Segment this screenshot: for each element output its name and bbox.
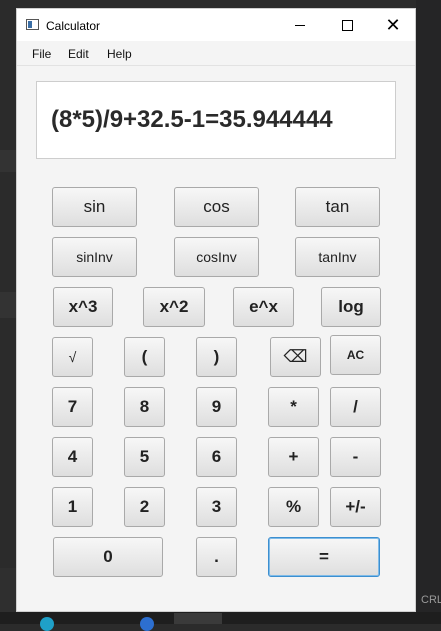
decimal-point-button[interactable]: . xyxy=(196,537,237,577)
digit-2-button[interactable]: 2 xyxy=(124,487,165,527)
square-button[interactable]: x^2 xyxy=(143,287,205,327)
minimize-icon xyxy=(295,24,305,26)
maximize-icon xyxy=(341,19,353,31)
negate-button[interactable]: +/- xyxy=(330,487,381,527)
desktop-right-panel xyxy=(416,0,441,624)
taskbar-app-icon[interactable] xyxy=(140,617,154,631)
app-icon xyxy=(26,19,39,30)
percent-button[interactable]: % xyxy=(268,487,319,527)
sin-button[interactable]: sin xyxy=(52,187,137,227)
equals-button[interactable]: = xyxy=(268,537,380,577)
sin-inverse-button[interactable]: sinInv xyxy=(52,237,137,277)
calculator-window: Calculator ✕ File Edit Help (8*5)/9+32.5… xyxy=(16,8,416,612)
taskbar-active-tab[interactable] xyxy=(174,613,222,624)
result-display: (8*5)/9+32.5-1=35.944444 xyxy=(36,81,396,159)
tan-button[interactable]: tan xyxy=(295,187,380,227)
right-paren-button[interactable]: ) xyxy=(196,337,237,377)
maximize-button[interactable] xyxy=(324,9,370,41)
menu-help[interactable]: Help xyxy=(107,47,132,61)
backspace-icon: ⌫ xyxy=(283,347,308,366)
divide-button[interactable]: / xyxy=(330,387,381,427)
sqrt-button[interactable]: √ xyxy=(52,337,93,377)
taskbar-app-icon[interactable] xyxy=(40,617,54,631)
cube-button[interactable]: x^3 xyxy=(53,287,113,327)
add-button[interactable]: + xyxy=(268,437,319,477)
window-title: Calculator xyxy=(46,19,101,33)
left-paren-button[interactable]: ( xyxy=(124,337,165,377)
exp-button[interactable]: e^x xyxy=(233,287,294,327)
menu-bar: File Edit Help xyxy=(17,41,415,66)
menu-file[interactable]: File xyxy=(32,47,51,61)
background-corner-text: CRL xyxy=(421,594,441,606)
tan-inverse-button[interactable]: tanInv xyxy=(295,237,380,277)
digit-0-button[interactable]: 0 xyxy=(53,537,163,577)
digit-5-button[interactable]: 5 xyxy=(124,437,165,477)
minimize-button[interactable] xyxy=(277,9,323,41)
digit-7-button[interactable]: 7 xyxy=(52,387,93,427)
title-bar[interactable]: Calculator ✕ xyxy=(17,9,415,41)
digit-3-button[interactable]: 3 xyxy=(196,487,237,527)
digit-6-button[interactable]: 6 xyxy=(196,437,237,477)
digit-4-button[interactable]: 4 xyxy=(52,437,93,477)
digit-9-button[interactable]: 9 xyxy=(196,387,237,427)
subtract-button[interactable]: - xyxy=(330,437,381,477)
log-button[interactable]: log xyxy=(321,287,381,327)
cos-inverse-button[interactable]: cosInv xyxy=(174,237,259,277)
cos-button[interactable]: cos xyxy=(174,187,259,227)
backspace-button[interactable]: ⌫ xyxy=(270,337,321,377)
menu-edit[interactable]: Edit xyxy=(68,47,89,61)
clear-all-button[interactable]: AC xyxy=(330,335,381,375)
close-button[interactable]: ✕ xyxy=(370,9,416,41)
digit-1-button[interactable]: 1 xyxy=(52,487,93,527)
digit-8-button[interactable]: 8 xyxy=(124,387,165,427)
multiply-button[interactable]: * xyxy=(268,387,319,427)
close-icon: ✕ xyxy=(385,15,401,35)
